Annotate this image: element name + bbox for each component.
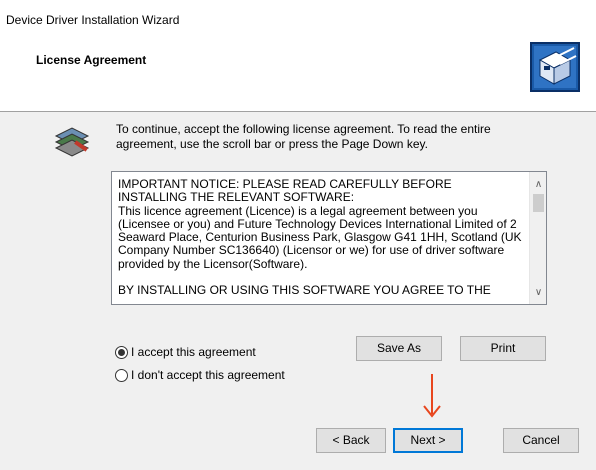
print-button[interactable]: Print [460, 336, 546, 361]
decline-agreement-radio[interactable]: I don't accept this agreement [115, 367, 285, 383]
window-title: Device Driver Installation Wizard [6, 13, 180, 27]
radio-selected-icon[interactable] [115, 345, 128, 359]
accept-agreement-label: I accept this agreement [131, 345, 256, 359]
next-button[interactable]: Next > [393, 428, 463, 453]
wizard-body: To continue, accept the following licens… [0, 112, 596, 411]
wizard-footer: < Back Next > Cancel [0, 410, 596, 470]
license-paragraph: BY INSTALLING OR USING THIS SOFTWARE YOU… [118, 283, 491, 298]
radio-unselected-icon[interactable] [115, 368, 128, 382]
license-text: IMPORTANT NOTICE: PLEASE READ CAREFULLY … [118, 177, 522, 304]
back-button[interactable]: < Back [316, 428, 386, 453]
save-as-button[interactable]: Save As [356, 336, 442, 361]
license-scrollbar[interactable]: ∧ ∨ [529, 172, 546, 304]
decline-agreement-label: I don't accept this agreement [131, 368, 285, 382]
license-paragraph: IMPORTANT NOTICE: PLEASE READ CAREFULLY … [118, 177, 452, 205]
license-textbox[interactable]: IMPORTANT NOTICE: PLEASE READ CAREFULLY … [111, 171, 547, 305]
scroll-up-icon[interactable]: ∧ [530, 178, 546, 192]
title-bar: Device Driver Installation Wizard [0, 0, 596, 30]
license-paragraph: This licence agreement (Licence) is a le… [118, 203, 522, 271]
intro-text: To continue, accept the following licens… [116, 122, 491, 151]
scroll-down-icon[interactable]: ∨ [530, 286, 546, 300]
installer-box-icon [530, 42, 580, 92]
down-arrow-annotation-icon [423, 374, 441, 418]
scroll-thumb[interactable] [533, 194, 544, 212]
page-title: License Agreement [36, 53, 147, 67]
cancel-button[interactable]: Cancel [503, 428, 579, 453]
wizard-header: License Agreement [0, 30, 596, 112]
software-stack-icon [54, 127, 90, 157]
accept-agreement-radio[interactable]: I accept this agreement [115, 344, 256, 360]
